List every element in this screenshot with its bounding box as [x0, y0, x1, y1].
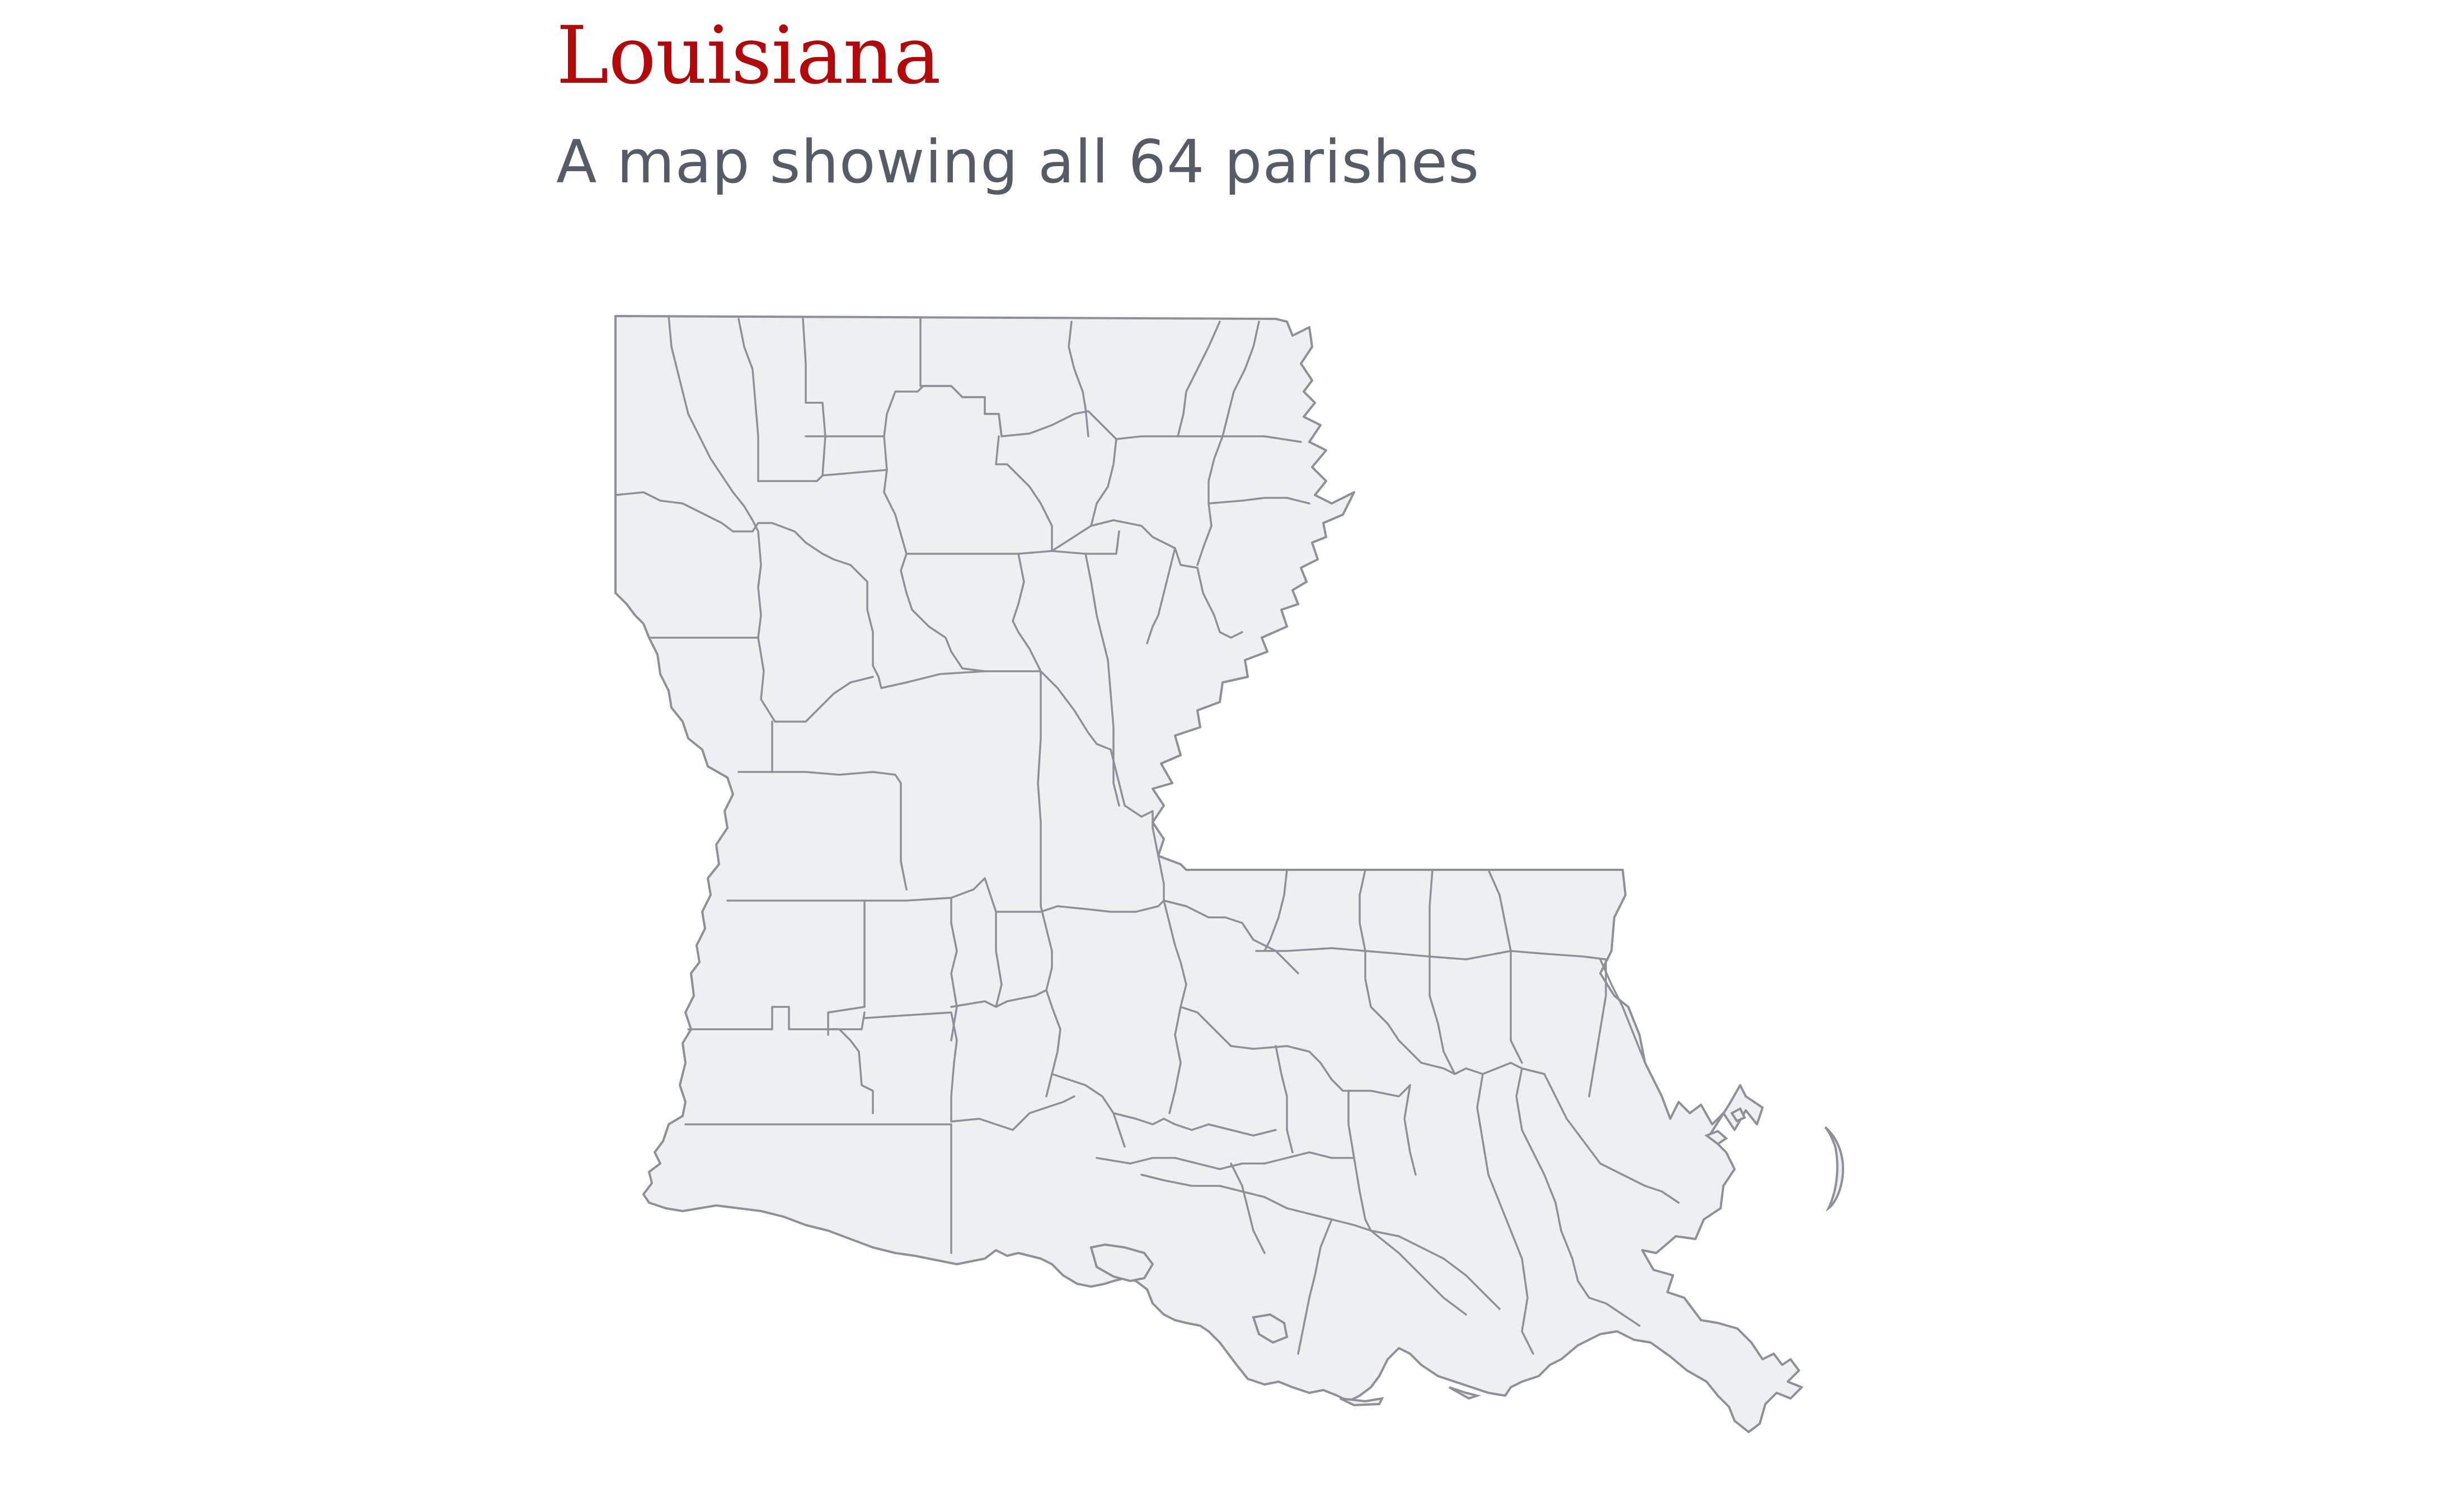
chandeleur-islands	[1824, 1126, 1844, 1212]
louisiana-parish-map	[0, 0, 2448, 1512]
parish-map-svg	[614, 315, 1844, 1433]
barrier-island-2	[1449, 1386, 1482, 1400]
barrier-island-1	[1340, 1397, 1384, 1407]
